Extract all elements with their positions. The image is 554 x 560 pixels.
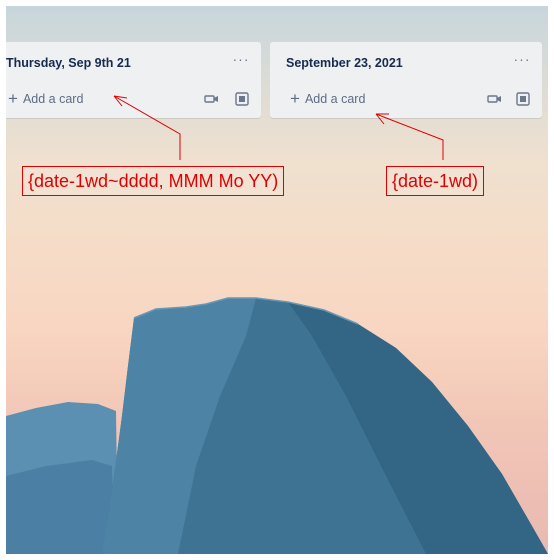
list-title[interactable]: Thursday, Sep 9th 21 [6,56,131,70]
add-card-label: Add a card [304,92,366,106]
plus-icon: + [8,89,18,108]
list-thursday-sep-9: Thursday, Sep 9th 21 ··· + Add a card [6,42,261,118]
camera-icon[interactable] [203,90,221,108]
plus-icon: + [290,89,300,108]
annotation-date-format-short: {date-1wd) [386,166,485,196]
board-canvas: Thursday, Sep 9th 21 ··· + Add a card Se… [6,6,548,554]
list-september-23-2021: September 23, 2021 ··· + Add a card [270,42,542,118]
more-icon[interactable]: ··· [512,52,532,72]
list-title[interactable]: September 23, 2021 [286,56,403,70]
annotation-date-format-long: {date-1wd~dddd, MMM Mo YY) [22,166,285,196]
add-card-button[interactable]: + Add a card [290,90,365,108]
add-card-label: Add a card [22,92,84,106]
template-icon[interactable] [233,90,251,108]
add-card-button[interactable]: + Add a card [8,90,83,108]
camera-icon[interactable] [486,90,504,108]
more-icon[interactable]: ··· [231,52,251,72]
template-icon[interactable] [514,90,532,108]
